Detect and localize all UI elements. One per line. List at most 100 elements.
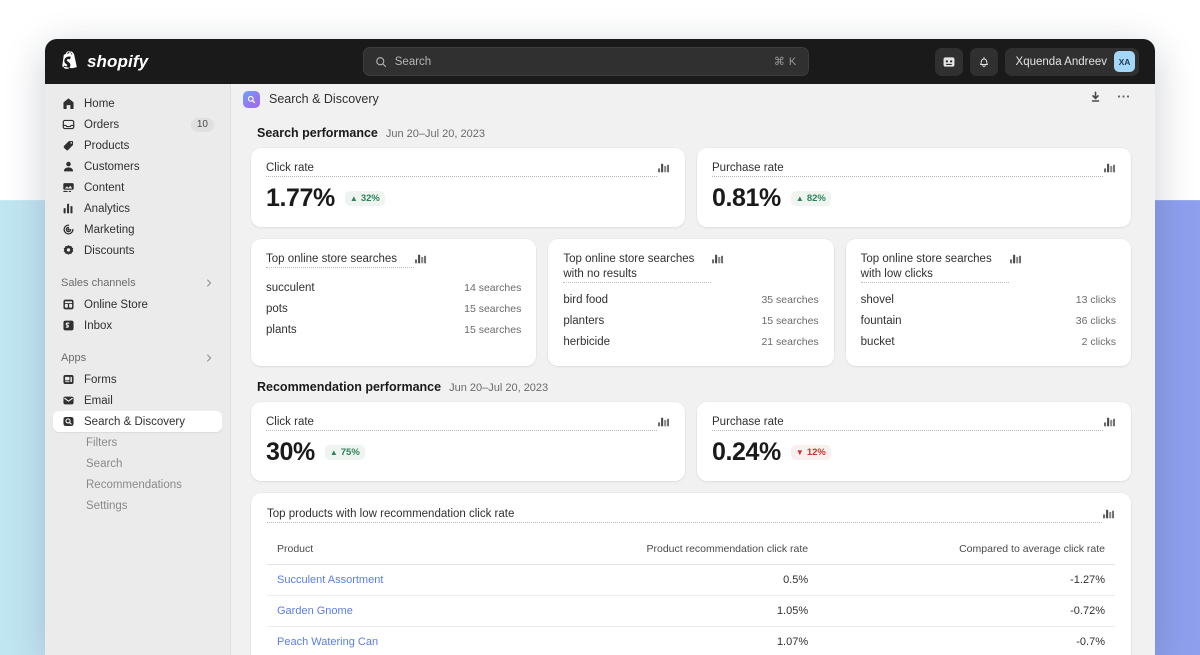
- bar-chart-icon[interactable]: [1103, 161, 1116, 174]
- sidebar: Home Orders 10 Products: [45, 84, 231, 655]
- sidebar-item-analytics[interactable]: Analytics: [53, 198, 222, 219]
- subitem-label: Settings: [86, 500, 128, 512]
- search-count: 15 searches: [464, 324, 521, 336]
- search-icon: [375, 56, 387, 68]
- sidebar-item-content[interactable]: Content: [53, 177, 222, 198]
- search-term-list: bird food 35 searches planters 15 search…: [563, 289, 818, 352]
- notifications-button[interactable]: [970, 48, 998, 76]
- sidebar-item-label: Inbox: [84, 320, 214, 332]
- more-options-button[interactable]: [1116, 90, 1131, 108]
- metric-delta: ▲ 75%: [325, 445, 365, 460]
- search-count: 15 searches: [464, 303, 521, 315]
- subitem-label: Filters: [86, 437, 117, 449]
- metric-label: Click rate: [266, 161, 657, 177]
- dashboard-content: Search performance Jun 20–Jul 20, 2023 C…: [231, 114, 1155, 655]
- section-title: Search performance: [257, 126, 378, 140]
- product-cell: Garden Gnome: [267, 596, 493, 627]
- product-link[interactable]: Peach Watering Can: [277, 636, 378, 648]
- bar-chart-icon[interactable]: [414, 252, 427, 265]
- sidebar-section-apps[interactable]: Apps: [53, 347, 222, 369]
- shopify-logo[interactable]: shopify: [61, 51, 237, 72]
- top-bar-actions: Xquenda Andreev XA: [935, 48, 1139, 76]
- top-searches-card: Top online store searches succulent: [251, 239, 536, 366]
- search-input[interactable]: Search ⌘ K: [363, 47, 809, 76]
- list-item: herbicide 21 searches: [563, 331, 818, 352]
- online-store-icon: [61, 298, 75, 312]
- bar-chart-icon[interactable]: [1009, 252, 1022, 265]
- search-term: planters: [563, 315, 604, 327]
- chevron-right-icon: [204, 353, 214, 363]
- sidebar-item-customers[interactable]: Customers: [53, 156, 222, 177]
- sidebar-item-home[interactable]: Home: [53, 93, 222, 114]
- search-discovery-icon: [61, 415, 75, 429]
- product-cell: Succulent Assortment: [267, 565, 493, 596]
- card-title: Top online store searches with no result…: [563, 252, 711, 283]
- section-label: Apps: [61, 352, 204, 364]
- sidebar-item-marketing[interactable]: Marketing: [53, 219, 222, 240]
- sidebar-item-online-store[interactable]: Online Store: [53, 294, 222, 315]
- search-term: bucket: [861, 336, 895, 348]
- click-rate-cell: 1.07%: [493, 627, 818, 655]
- sidebar-item-discounts[interactable]: Discounts: [53, 240, 222, 261]
- sidebar-item-email[interactable]: Email: [53, 390, 222, 411]
- sidebar-item-label: Analytics: [84, 203, 214, 215]
- top-navigation-bar: shopify Search ⌘ K: [45, 39, 1155, 84]
- arrow-up-icon: ▲: [330, 449, 338, 457]
- click-rate-cell: 0.5%: [493, 565, 818, 596]
- metric-delta: ▲ 82%: [791, 191, 831, 206]
- sidebar-item-forms[interactable]: Forms: [53, 369, 222, 390]
- user-menu-button[interactable]: Xquenda Andreev XA: [1005, 48, 1139, 76]
- search-performance-header: Search performance Jun 20–Jul 20, 2023: [257, 126, 1131, 140]
- bar-chart-icon[interactable]: [657, 415, 670, 428]
- sidebar-subitem-filters[interactable]: Filters: [53, 432, 222, 453]
- search-count: 21 searches: [761, 336, 818, 348]
- product-link[interactable]: Succulent Assortment: [277, 574, 383, 586]
- bar-chart-icon[interactable]: [1103, 415, 1116, 428]
- sidebar-section-sales-channels[interactable]: Sales channels: [53, 272, 222, 294]
- list-item: fountain 36 clicks: [861, 310, 1116, 331]
- inbox-icon: [61, 319, 75, 333]
- sidebar-item-inbox[interactable]: Inbox: [53, 315, 222, 336]
- product-link[interactable]: Garden Gnome: [277, 605, 353, 617]
- products-table: Product Product recommendation click rat…: [267, 537, 1115, 655]
- recommendation-performance-header: Recommendation performance Jun 20–Jul 20…: [257, 380, 1131, 394]
- sidebar-item-search-and-discovery[interactable]: Search & Discovery: [53, 411, 222, 432]
- sidebar-item-label: Discounts: [84, 245, 214, 257]
- recommendation-performance-metrics: Click rate 30% ▲: [251, 402, 1131, 481]
- card-title: Top online store searches with low click…: [861, 252, 1009, 283]
- column-header-click-rate: Product recommendation click rate: [493, 537, 818, 565]
- arrow-up-icon: ▲: [350, 195, 358, 203]
- sidebar-item-products[interactable]: Products: [53, 135, 222, 156]
- analytics-bars-icon: [61, 202, 75, 216]
- delta-value: 32%: [361, 193, 380, 204]
- subitem-label: Recommendations: [86, 479, 182, 491]
- store-button[interactable]: [935, 48, 963, 76]
- column-header-compared: Compared to average click rate: [818, 537, 1115, 565]
- metric-card-rec-click-rate: Click rate 30% ▲: [251, 402, 685, 481]
- page-header-actions: [1089, 90, 1131, 108]
- sidebar-subitem-recommendations[interactable]: Recommendations: [53, 474, 222, 495]
- shopify-admin-window: shopify Search ⌘ K: [45, 39, 1155, 655]
- global-search-container: Search ⌘ K: [237, 47, 935, 76]
- search-placeholder: Search: [395, 56, 766, 68]
- arrow-down-icon: ▼: [796, 449, 804, 457]
- metric-label: Purchase rate: [712, 161, 1103, 177]
- export-button[interactable]: [1089, 90, 1102, 108]
- bar-chart-icon[interactable]: [657, 161, 670, 174]
- chevron-right-icon: [204, 278, 214, 288]
- sidebar-subitem-search[interactable]: Search: [53, 453, 222, 474]
- more-horizontal-icon: [1116, 90, 1131, 103]
- search-term: fountain: [861, 315, 902, 327]
- bar-chart-icon[interactable]: [711, 252, 724, 265]
- sidebar-subitem-settings[interactable]: Settings: [53, 495, 222, 516]
- arrow-up-icon: ▲: [796, 195, 804, 203]
- card-title: Top products with low recommendation cli…: [267, 507, 1102, 523]
- forms-icon: [61, 373, 75, 387]
- sidebar-item-label: Email: [84, 395, 214, 407]
- sidebar-item-orders[interactable]: Orders 10: [53, 114, 222, 135]
- main-content: Search & Discovery: [231, 84, 1155, 655]
- bar-chart-icon[interactable]: [1102, 507, 1115, 520]
- compared-cell: -0.72%: [818, 596, 1115, 627]
- home-icon: [61, 97, 75, 111]
- section-label: Sales channels: [61, 277, 204, 289]
